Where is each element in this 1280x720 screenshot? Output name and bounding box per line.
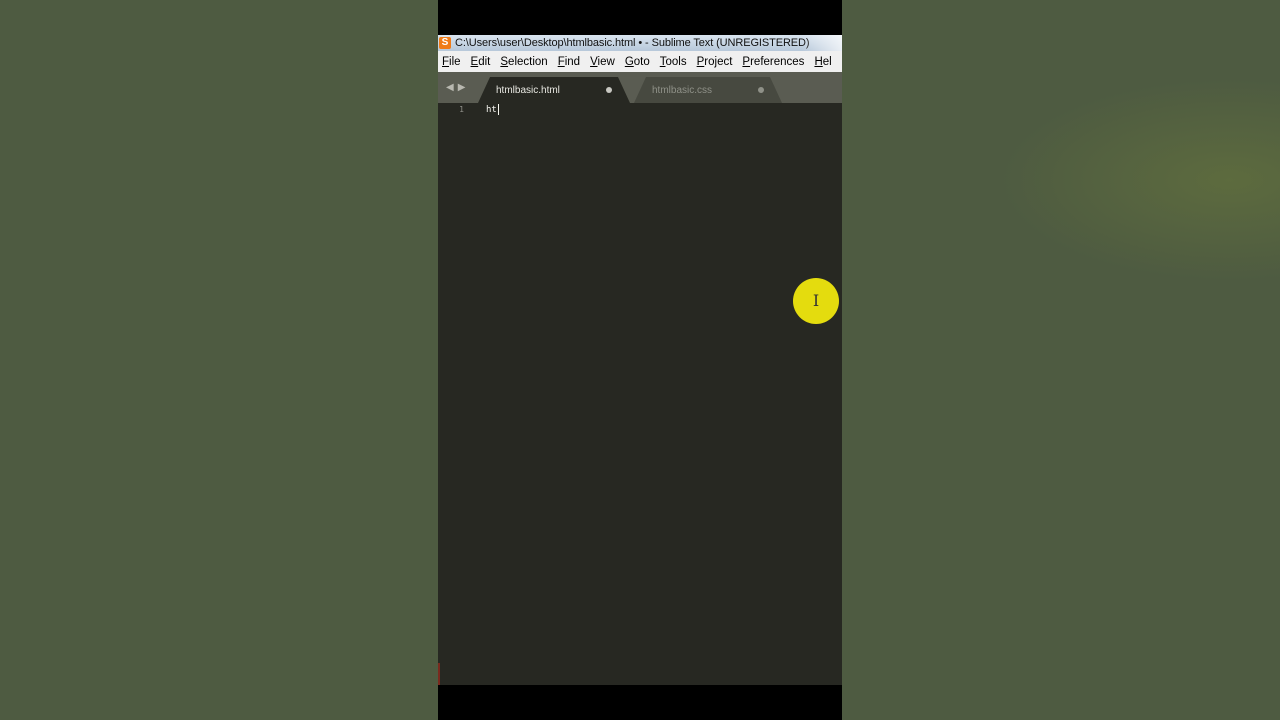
code-editor[interactable]: 1 ht (438, 103, 842, 685)
editor-line: 1 ht (438, 103, 499, 115)
sublime-text-icon: S (439, 37, 451, 49)
chevron-left-icon[interactable]: ◀ (446, 82, 454, 93)
cursor-highlight: I (793, 278, 839, 324)
menu-edit[interactable]: Edit (467, 56, 497, 68)
tab-htmlbasic-html[interactable]: htmlbasic.html (478, 77, 630, 103)
menu-preferences[interactable]: Preferences (738, 56, 810, 68)
window-titlebar: S C:\Users\user\Desktop\htmlbasic.html •… (438, 35, 842, 51)
line-text: ht (486, 104, 497, 115)
menu-help[interactable]: Hel (810, 56, 837, 68)
bottom-letterbox (438, 685, 842, 720)
edge-mark (438, 663, 440, 685)
titlebar-highlight (802, 35, 842, 51)
window-title: C:\Users\user\Desktop\htmlbasic.html • -… (455, 37, 810, 49)
video-frame: S C:\Users\user\Desktop\htmlbasic.html •… (438, 0, 842, 720)
tab-nav: ◀ ▶ (446, 82, 465, 93)
menu-goto[interactable]: Goto (621, 56, 656, 68)
line-number: 1 (459, 104, 464, 114)
line-code[interactable]: ht (486, 103, 499, 115)
chevron-right-icon[interactable]: ▶ (458, 82, 466, 93)
ibeam-cursor-icon: I (812, 291, 820, 310)
menu-bar: File Edit Selection Find View Goto Tools… (438, 51, 842, 72)
tab-htmlbasic-css[interactable]: htmlbasic.css (634, 77, 782, 103)
tab-label: htmlbasic.css (652, 84, 713, 96)
tab-label: htmlbasic.html (496, 84, 560, 96)
menu-project[interactable]: Project (693, 56, 739, 68)
menu-selection[interactable]: Selection (496, 56, 553, 68)
unsaved-dot-icon[interactable] (758, 87, 764, 93)
menu-find[interactable]: Find (554, 56, 586, 68)
text-caret (497, 103, 499, 115)
unsaved-dot-icon[interactable] (606, 87, 612, 93)
tab-bar: ◀ ▶ htmlbasic.html htmlbasic.css (438, 72, 842, 103)
menu-view[interactable]: View (586, 56, 621, 68)
menu-file[interactable]: File (438, 56, 467, 68)
menu-tools[interactable]: Tools (656, 56, 693, 68)
